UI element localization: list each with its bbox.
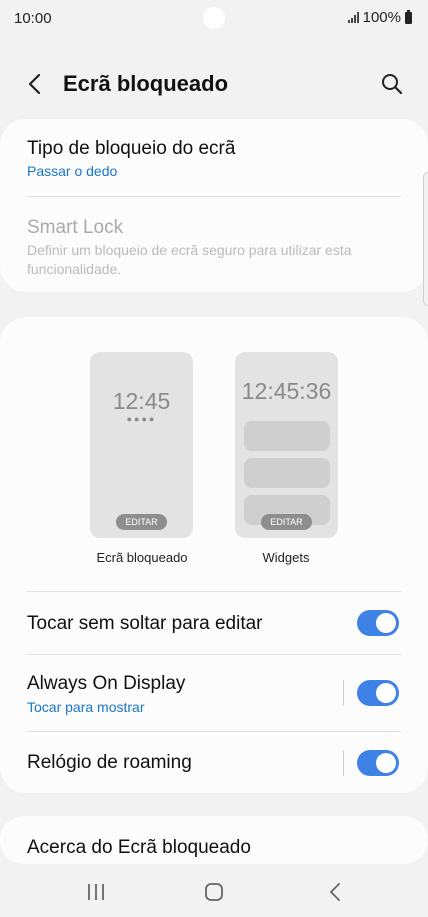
lock-type-value: Passar o dedo [27,163,118,179]
back-button[interactable] [22,70,50,98]
widgets-thumbnail: 12:45:36 EDITAR [235,352,338,538]
lock-type-title: Tipo de bloqueio do ecrã [27,138,236,159]
pin-dots: ●●●● [126,414,157,424]
lock-screen-thumbnail: 12:45 ●●●● EDITAR [90,352,193,538]
signal-icon [347,12,359,23]
widget-placeholder [244,421,330,451]
recents-button[interactable] [80,878,112,906]
battery-level: 100% [362,9,401,26]
widget-placeholder [244,458,330,488]
status-bar: 10:00 100% [0,0,428,38]
about-card: Acerca do Ecrã bloqueado [0,816,428,864]
preview-clock: 12:45 [112,388,171,414]
smart-lock-title: Smart Lock [27,217,124,238]
status-time: 10:00 [14,10,52,27]
search-icon [382,74,403,95]
lock-type-row[interactable]: Tipo de bloqueio do ecrã Passar o dedo [0,119,428,197]
toggle-knob [376,753,396,773]
edit-lock-screen-button[interactable]: EDITAR [116,514,167,530]
search-button[interactable] [378,70,406,98]
status-icons: 100% [347,9,412,26]
home-button[interactable] [198,878,230,906]
nav-back-icon [330,883,340,901]
vertical-separator [343,680,344,706]
aod-row[interactable]: Always On Display Tocar para mostrar [0,655,428,731]
page-title: Ecrã bloqueado [63,71,229,96]
toggle-knob [376,683,396,703]
toggle-knob [376,613,396,633]
aod-title: Always On Display [27,673,186,694]
roaming-clock-title: Relógio de roaming [27,752,192,773]
vertical-separator [343,750,344,776]
preview-clock: 12:45:36 [241,378,332,404]
aod-toggle[interactable] [357,680,399,706]
customize-card: 12:45 ●●●● EDITAR Ecrã bloqueado 12:45:3… [0,317,428,793]
edit-widgets-button[interactable]: EDITAR [261,514,312,530]
home-icon [205,883,223,901]
touch-hold-title: Tocar sem soltar para editar [27,613,263,634]
battery-icon [405,9,412,24]
about-title: Acerca do Ecrã bloqueado [27,837,251,858]
navigation-bar [0,870,428,917]
touch-hold-toggle[interactable] [357,610,399,636]
smart-lock-row: Smart Lock Definir um bloqueio de ecrã s… [0,197,428,292]
scroll-indicator [423,172,428,306]
nav-back-button[interactable] [319,878,351,906]
about-row[interactable]: Acerca do Ecrã bloqueado [0,816,428,864]
aod-subtitle: Tocar para mostrar [27,699,145,715]
roaming-clock-toggle[interactable] [357,750,399,776]
smart-lock-subtitle: Definir um bloqueio de ecrã seguro para … [27,242,352,277]
app-header: Ecrã bloqueado [0,60,428,110]
lock-type-card: Tipo de bloqueio do ecrã Passar o dedo S… [0,119,428,292]
touch-hold-row[interactable]: Tocar sem soltar para editar [0,592,428,654]
recents-icon [88,884,104,900]
camera-cutout [203,7,225,29]
chevron-left-icon [28,73,41,95]
roaming-clock-row[interactable]: Relógio de roaming [0,732,428,793]
widgets-label: Widgets [262,550,310,565]
